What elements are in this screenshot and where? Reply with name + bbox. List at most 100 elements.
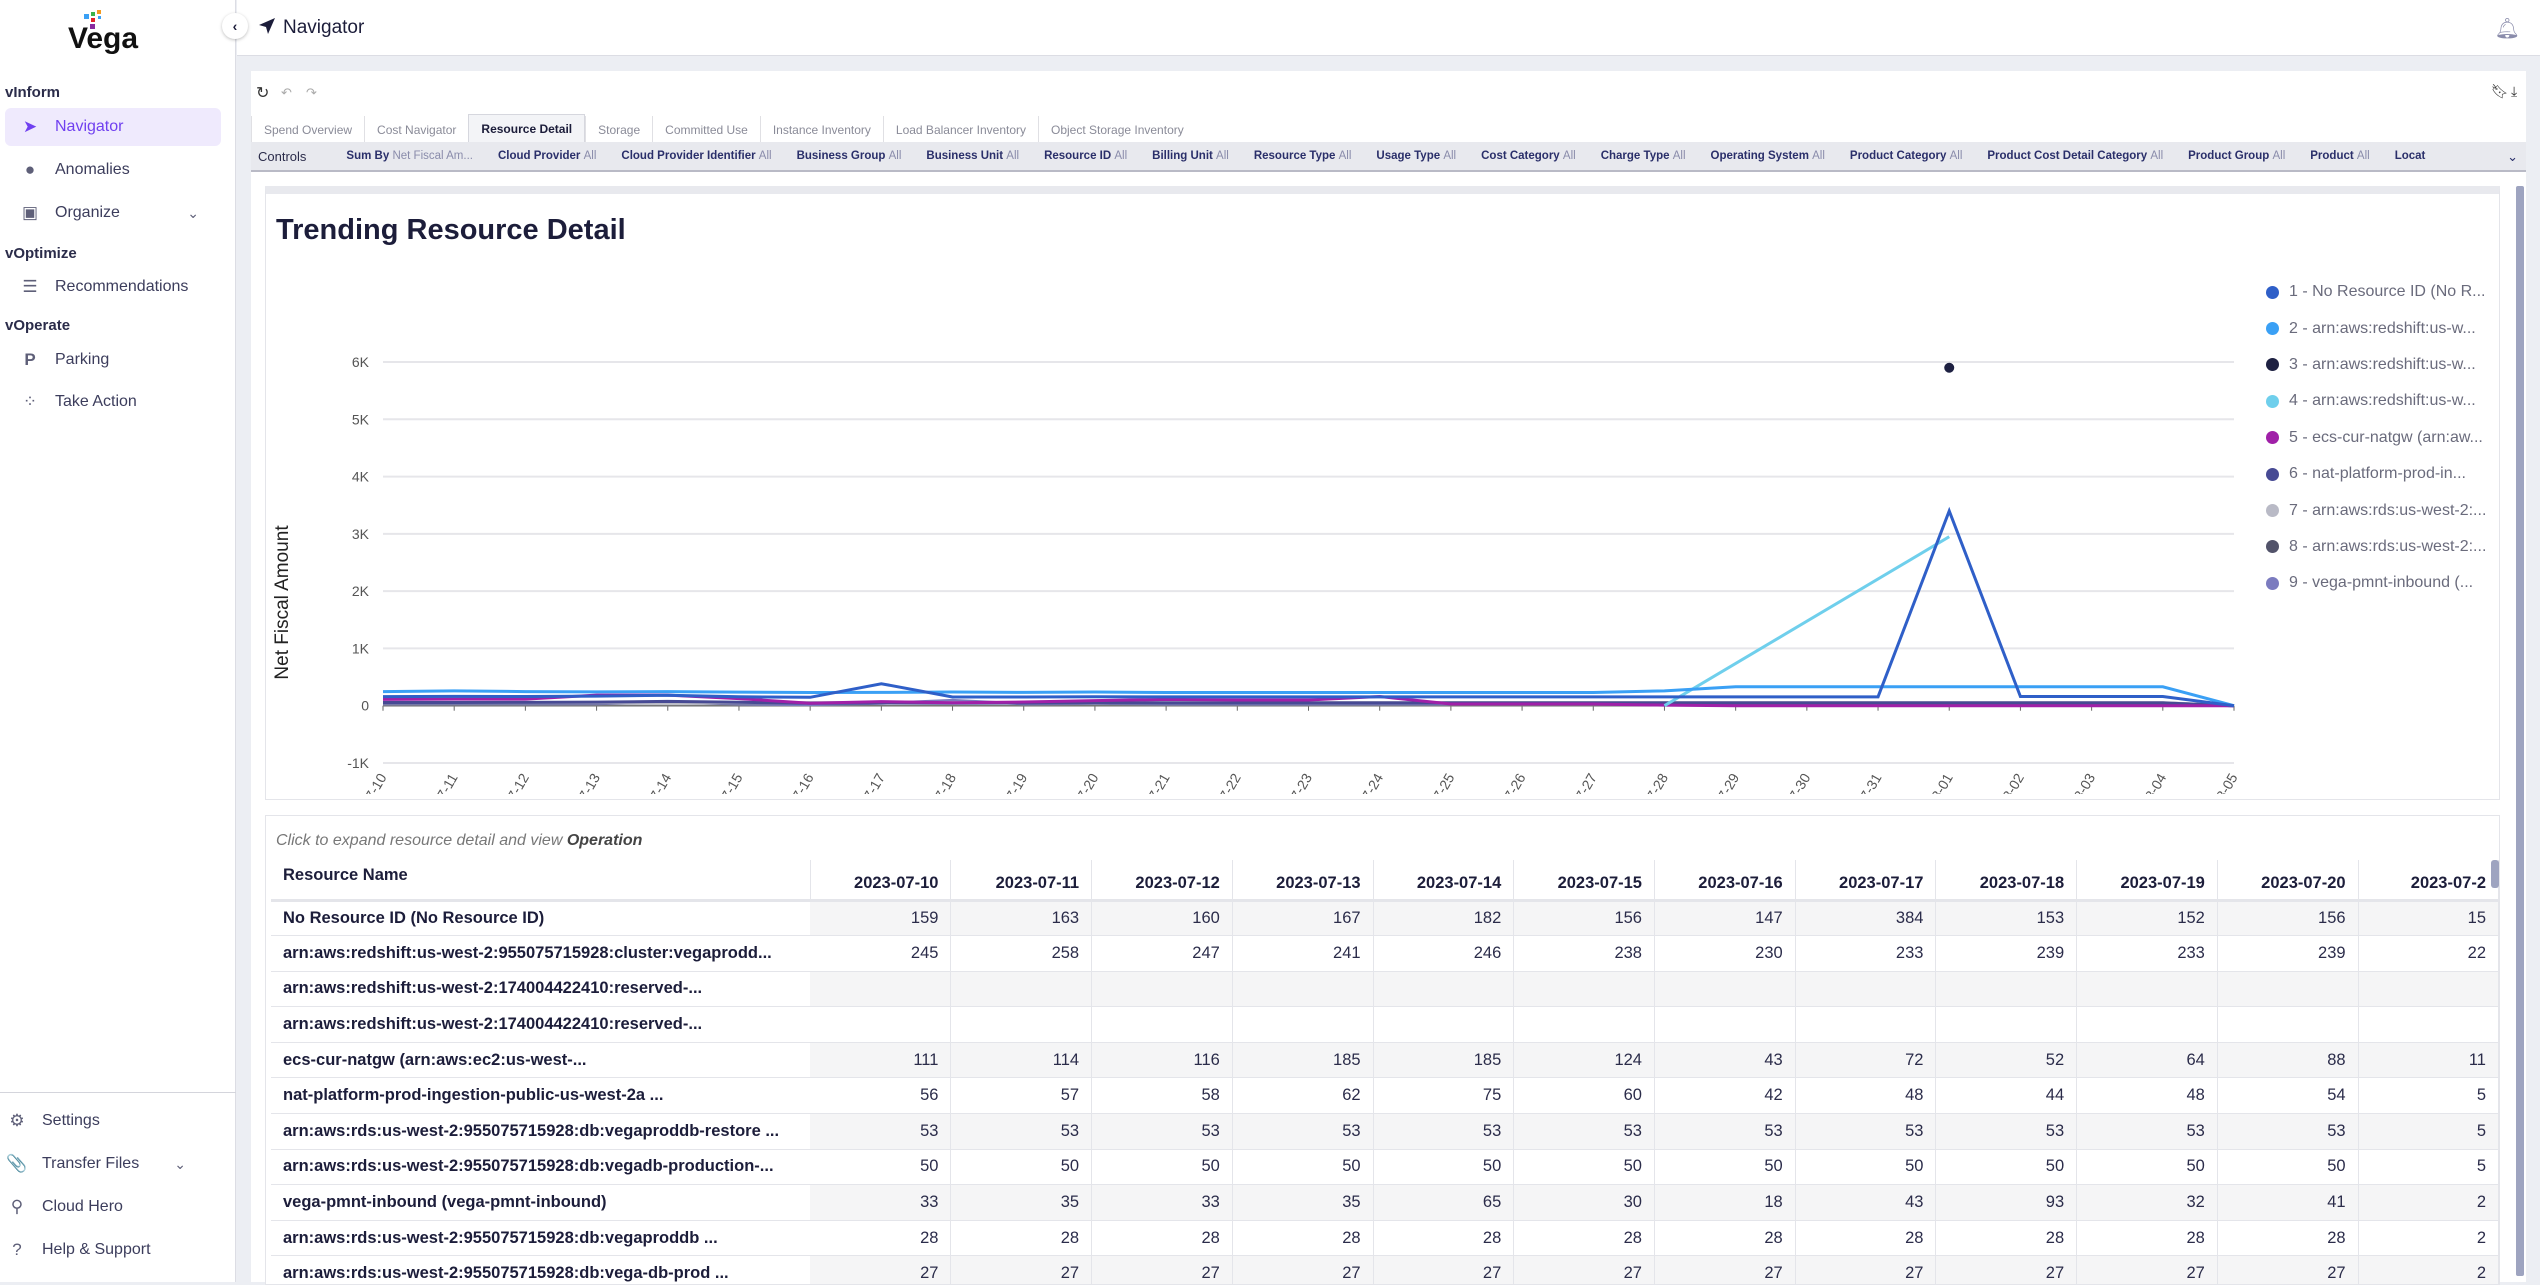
table-row[interactable]: arn:aws:rds:us-west-2:955075715928:db:ve…: [271, 1255, 2499, 1284]
legend-item[interactable]: 9 - vega-pmnt-inbound (...: [2266, 565, 2486, 601]
column-header-date[interactable]: 2023-07-2: [2358, 860, 2499, 902]
filter-product-cost-detail-category[interactable]: Product Cost Detail Category All: [1987, 150, 2163, 162]
legend-label: 1 - No Resource ID (No R...: [2289, 283, 2486, 301]
column-header-date[interactable]: 2023-07-13: [1232, 860, 1374, 902]
table-row[interactable]: arn:aws:rds:us-west-2:955075715928:db:ve…: [271, 1113, 2499, 1150]
sidebar-item-anomalies[interactable]: ● Anomalies: [5, 151, 221, 189]
column-header-date[interactable]: 2023-07-19: [2076, 860, 2218, 902]
legend-item[interactable]: 1 - No Resource ID (No R...: [2266, 274, 2486, 310]
table-row[interactable]: arn:aws:redshift:us-west-2:955075715928:…: [271, 935, 2499, 972]
bell-icon[interactable]: 🔔︎: [2495, 16, 2520, 41]
column-header-date[interactable]: 2023-07-12: [1091, 860, 1233, 902]
chevron-down-icon[interactable]: ⌄: [174, 1156, 186, 1173]
legend-item[interactable]: 8 - arn:aws:rds:us-west-2:...: [2266, 529, 2486, 565]
filter-product-category[interactable]: Product Category All: [1850, 150, 1962, 162]
resource-name-cell[interactable]: nat-platform-prod-ingestion-public-us-we…: [271, 1077, 811, 1115]
amount-cell: 30: [1513, 1184, 1655, 1221]
series-point[interactable]: [1944, 362, 1955, 373]
resource-name-cell[interactable]: arn:aws:redshift:us-west-2:955075715928:…: [271, 935, 811, 972]
table-row[interactable]: arn:aws:redshift:us-west-2:174004422410:…: [271, 1006, 2499, 1043]
resource-name-cell[interactable]: arn:aws:redshift:us-west-2:174004422410:…: [271, 1006, 811, 1043]
sidebar-item-recommendations[interactable]: ☰ Recommendations: [5, 268, 221, 306]
table-row[interactable]: arn:aws:rds:us-west-2:955075715928:db:ve…: [271, 1220, 2499, 1257]
sidebar-item-settings[interactable]: ⚙ Settings: [0, 1102, 208, 1140]
filter-operating-system[interactable]: Operating System All: [1711, 150, 1825, 162]
column-header-resource-name[interactable]: Resource Name: [271, 860, 811, 902]
chevron-down-icon[interactable]: ⌄: [2507, 149, 2518, 165]
resource-name-cell[interactable]: ecs-cur-natgw (arn:aws:ec2:us-west-...: [271, 1042, 811, 1079]
amount-cell: 42: [1654, 1077, 1796, 1115]
legend-item[interactable]: 3 - arn:aws:redshift:us-w...: [2266, 347, 2486, 383]
resource-name-cell[interactable]: arn:aws:rds:us-west-2:955075715928:db:ve…: [271, 1220, 811, 1257]
filter-resource-id[interactable]: Resource ID All: [1044, 150, 1127, 162]
reset-icon[interactable]: ↻: [256, 83, 269, 103]
filter-business-unit[interactable]: Business Unit All: [926, 150, 1019, 162]
sidebar-item-navigator[interactable]: ➤ Navigator: [5, 108, 221, 146]
table-row[interactable]: arn:aws:redshift:us-west-2:174004422410:…: [271, 971, 2499, 1008]
resource-name-cell[interactable]: arn:aws:rds:us-west-2:955075715928:db:ve…: [271, 1255, 811, 1284]
x-tick-label: 2023-07-22: [1194, 770, 1244, 794]
column-header-date[interactable]: 2023-07-17: [1795, 860, 1937, 902]
redo-icon[interactable]: ↷: [306, 85, 317, 101]
tab-spend-overview[interactable]: Spend Overview: [251, 116, 364, 142]
filter-product-group[interactable]: Product Group All: [2188, 150, 2285, 162]
filter-charge-type[interactable]: Charge Type All: [1601, 150, 1686, 162]
tab-cost-navigator[interactable]: Cost Navigator: [364, 116, 468, 142]
tab-load-balancer-inventory[interactable]: Load Balancer Inventory: [882, 116, 1038, 142]
filter-cloud-provider[interactable]: Cloud Provider All: [498, 150, 596, 162]
tab-object-storage-inventory[interactable]: Object Storage Inventory: [1038, 116, 1196, 142]
sidebar-item-cloud-hero[interactable]: ⚲ Cloud Hero: [0, 1188, 208, 1226]
amount-cell: 258: [950, 935, 1093, 972]
panel-scrollbar[interactable]: [2516, 186, 2524, 1276]
filter-usage-type[interactable]: Usage Type All: [1376, 150, 1456, 162]
bookmark-icon[interactable]: 🔖︎: [2491, 83, 2509, 100]
table-row[interactable]: nat-platform-prod-ingestion-public-us-we…: [271, 1077, 2499, 1115]
sidebar-item-transfer-files[interactable]: 📎 Transfer Files ⌄: [0, 1145, 208, 1183]
legend-item[interactable]: 6 - nat-platform-prod-in...: [2266, 456, 2486, 492]
tab-instance-inventory[interactable]: Instance Inventory: [759, 116, 883, 142]
resource-name-cell[interactable]: vega-pmnt-inbound (vega-pmnt-inbound): [271, 1184, 811, 1221]
sidebar-item-help-support[interactable]: ? Help & Support: [0, 1231, 208, 1269]
filter-business-group[interactable]: Business Group All: [797, 150, 902, 162]
resource-name-cell[interactable]: arn:aws:redshift:us-west-2:174004422410:…: [271, 971, 811, 1008]
tab-resource-detail[interactable]: Resource Detail: [468, 114, 586, 142]
legend-item[interactable]: 5 - ecs-cur-natgw (arn:aw...: [2266, 420, 2486, 456]
column-header-date[interactable]: 2023-07-10: [810, 860, 952, 902]
legend-item[interactable]: 4 - arn:aws:redshift:us-w...: [2266, 383, 2486, 419]
column-header-date[interactable]: 2023-07-11: [950, 860, 1093, 902]
column-header-date[interactable]: 2023-07-18: [1935, 860, 2078, 902]
table-row[interactable]: vega-pmnt-inbound (vega-pmnt-inbound) 33 3…: [271, 1184, 2499, 1221]
legend-item[interactable]: 7 - arn:aws:rds:us-west-2:...: [2266, 492, 2486, 528]
resource-name-cell[interactable]: arn:aws:rds:us-west-2:955075715928:db:ve…: [271, 1149, 811, 1186]
filter-billing-unit[interactable]: Billing Unit All: [1152, 150, 1229, 162]
table-row[interactable]: No Resource ID (No Resource ID) 159 163 160…: [271, 900, 2499, 937]
collapse-sidebar-button[interactable]: ‹: [222, 13, 248, 39]
sidebar-item-take-action[interactable]: ⁘ Take Action: [5, 383, 221, 421]
table-row[interactable]: ecs-cur-natgw (arn:aws:ec2:us-west-... 11…: [271, 1042, 2499, 1079]
filter-locat[interactable]: Locat: [2395, 150, 2426, 162]
sidebar-item-parking[interactable]: P Parking: [5, 341, 221, 379]
amount-cell: [2358, 971, 2499, 1008]
download-icon[interactable]: ⤓: [2511, 83, 2517, 100]
column-header-date[interactable]: 2023-07-20: [2217, 860, 2359, 902]
column-header-date[interactable]: 2023-07-14: [1373, 860, 1515, 902]
filter-cost-category[interactable]: Cost Category All: [1481, 150, 1576, 162]
chevron-down-icon[interactable]: ⌄: [187, 205, 199, 222]
legend-item[interactable]: 2 - arn:aws:redshift:us-w...: [2266, 310, 2486, 346]
filter-cloud-provider-identifier[interactable]: Cloud Provider Identifier All: [621, 150, 771, 162]
resource-name-cell[interactable]: No Resource ID (No Resource ID): [271, 900, 811, 937]
filter-resource-type[interactable]: Resource Type All: [1254, 150, 1352, 162]
column-header-date[interactable]: 2023-07-15: [1513, 860, 1655, 902]
sidebar-item-organize[interactable]: ▣ Organize ⌄: [5, 194, 221, 232]
column-header-date[interactable]: 2023-07-16: [1654, 860, 1796, 902]
resource-name-cell[interactable]: arn:aws:rds:us-west-2:955075715928:db:ve…: [271, 1113, 811, 1150]
table-row[interactable]: arn:aws:rds:us-west-2:955075715928:db:ve…: [271, 1149, 2499, 1186]
tab-storage[interactable]: Storage: [585, 116, 652, 142]
tab-committed-use[interactable]: Committed Use: [652, 116, 760, 142]
table-scrollbar[interactable]: [2491, 860, 2499, 888]
filter-name: Product Cost Detail Category: [1987, 150, 2148, 162]
vega-logo[interactable]: Vega: [64, 8, 160, 58]
filter-sum-by[interactable]: Sum By Net Fiscal Am...: [346, 150, 473, 162]
undo-icon[interactable]: ↶: [281, 85, 292, 101]
filter-product[interactable]: Product All: [2310, 150, 2369, 162]
